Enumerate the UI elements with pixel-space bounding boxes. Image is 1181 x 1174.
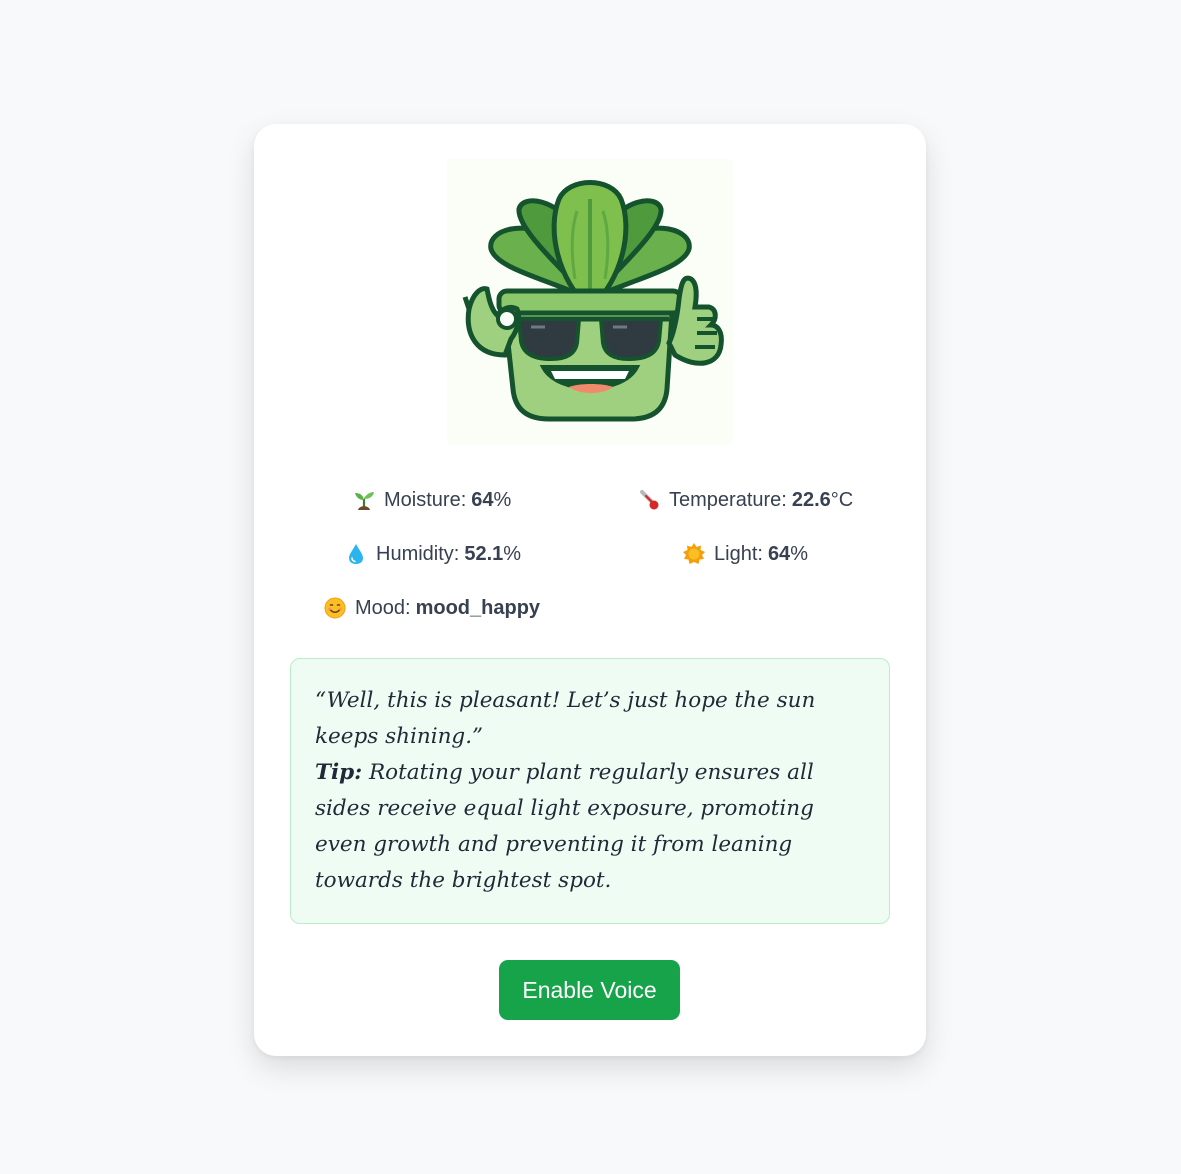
light-unit: % <box>790 543 808 565</box>
mood-value: mood_happy <box>415 597 541 619</box>
light-label: Light: <box>714 543 763 565</box>
tip-text: Rotating your plant regularly ensures al… <box>315 760 814 893</box>
light-value: 64 <box>767 543 791 565</box>
seedling-icon <box>353 489 375 511</box>
plant-tip: Tip: Rotating your plant regularly ensur… <box>315 755 865 899</box>
mood-label: Mood: <box>355 597 411 619</box>
humidity-stat: Humidity: 52.1 % <box>345 542 521 566</box>
tip-label: Tip: <box>315 760 363 785</box>
humidity-label: Humidity: <box>376 543 460 565</box>
moisture-stat: Moisture: 64 % <box>353 488 511 512</box>
light-stat: Light: 64 % <box>683 542 808 566</box>
plant-mascot-image <box>447 159 733 445</box>
moisture-unit: % <box>493 489 512 511</box>
humidity-value: 52.1 <box>464 543 504 565</box>
enable-voice-button[interactable]: Enable Voice <box>499 960 680 1020</box>
temperature-value: 22.6 <box>791 489 831 511</box>
temperature-label: Temperature: <box>669 489 787 511</box>
plant-quote: “Well, this is pleasant! Let’s just hope… <box>315 688 816 749</box>
temperature-unit: °C <box>830 489 854 511</box>
smiley-icon <box>324 597 346 619</box>
thermometer-icon <box>638 489 660 511</box>
droplet-icon <box>345 543 367 565</box>
moisture-label: Moisture: <box>384 489 467 511</box>
mood-stat: Mood: mood_happy <box>324 596 540 620</box>
plant-message-box: “Well, this is pleasant! Let’s just hope… <box>290 658 890 924</box>
humidity-unit: % <box>503 543 522 565</box>
happy-plant-illustration <box>462 180 724 422</box>
plant-status-card: Moisture: 64 % Temperature: 22.6 °C Humi… <box>254 124 926 1056</box>
sun-icon <box>683 543 705 565</box>
moisture-value: 64 <box>471 489 494 511</box>
temperature-stat: Temperature: 22.6 °C <box>638 488 853 512</box>
